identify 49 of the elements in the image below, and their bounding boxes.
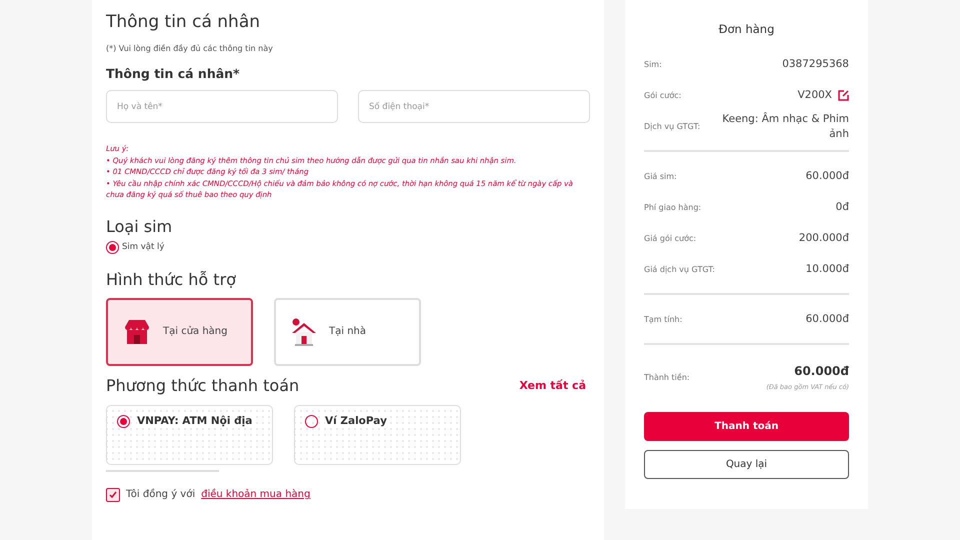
order-title: Đơn hàng: [718, 22, 776, 36]
summary-label: Giá gói cước:: [644, 234, 696, 243]
summary-label: Gói cước:: [644, 91, 682, 100]
payment-option[interactable]: Ví ZaloPay: [294, 404, 461, 464]
radio-button[interactable]: [305, 414, 318, 428]
summary-label: Phí giao hàng:: [644, 203, 702, 212]
support-option[interactable]: Tại nhà: [274, 298, 421, 366]
section-title: Loại sim: [106, 216, 174, 236]
summary-value: 60.000đ: [806, 169, 849, 184]
summary-label: Tạm tính:: [644, 315, 682, 324]
section-title: Thông tin cá nhân: [106, 12, 262, 32]
terms-link[interactable]: điều khoản mua hàng: [201, 489, 310, 500]
edit-icon[interactable]: [838, 90, 849, 101]
back-button[interactable]: Quay lại: [644, 450, 849, 479]
option-label: Tại nhà: [329, 326, 366, 337]
summary-label: Sim:: [644, 60, 662, 69]
store-icon: [123, 318, 151, 344]
summary-label: Giá sim:: [644, 172, 677, 181]
section-title: Hình thức hỗ trợ: [106, 270, 237, 288]
support-option[interactable]: Tại cửa hàng: [106, 298, 253, 366]
radio-label: Sim vật lý: [122, 242, 164, 252]
input-field[interactable]: Số điện thoại*: [358, 90, 590, 123]
summary-value: 0387295368: [782, 57, 849, 72]
summary-label: Dịch vụ GTGT:: [644, 122, 700, 131]
radio-button[interactable]: [106, 240, 119, 254]
summary-value: V200X: [798, 88, 832, 103]
see-all-link[interactable]: Xem tất cả: [519, 378, 586, 392]
radio-button[interactable]: [117, 414, 130, 428]
hint-text: (*) Vui lòng điền đầy đủ các thông tin này: [106, 44, 274, 53]
summary-label: Giá dịch vụ GTGT:: [644, 265, 715, 274]
input-field[interactable]: Họ và tên*: [106, 90, 338, 123]
agree-text: Tôi đồng ý với: [126, 489, 196, 500]
checkbox[interactable]: [106, 488, 120, 502]
summary-value: 200.000đ: [798, 231, 849, 246]
total-label: Thành tiền:: [644, 372, 690, 382]
summary-value: 60.000đ: [806, 312, 849, 327]
payment-option[interactable]: VNPAY: ATM Nội địa: [106, 404, 273, 464]
payment-label: VNPAY: ATM Nội địa: [137, 414, 252, 426]
checkmark-icon: [109, 490, 117, 498]
total-value: 60.000đ: [794, 364, 849, 378]
summary-value: 10.000đ: [806, 262, 849, 277]
section-title: Phương thức thanh toán: [106, 376, 300, 394]
option-label: Tại cửa hàng: [163, 326, 228, 337]
summary-value: Keeng: Âm nhạc & Phim ảnh: [721, 112, 849, 142]
summary-value: 0đ: [836, 200, 849, 215]
pay-button[interactable]: Thanh toán: [644, 412, 849, 441]
house-icon: [291, 318, 317, 346]
subsection-title: Thông tin cá nhân*: [106, 66, 241, 81]
payment-label: Ví ZaloPay: [325, 414, 387, 426]
